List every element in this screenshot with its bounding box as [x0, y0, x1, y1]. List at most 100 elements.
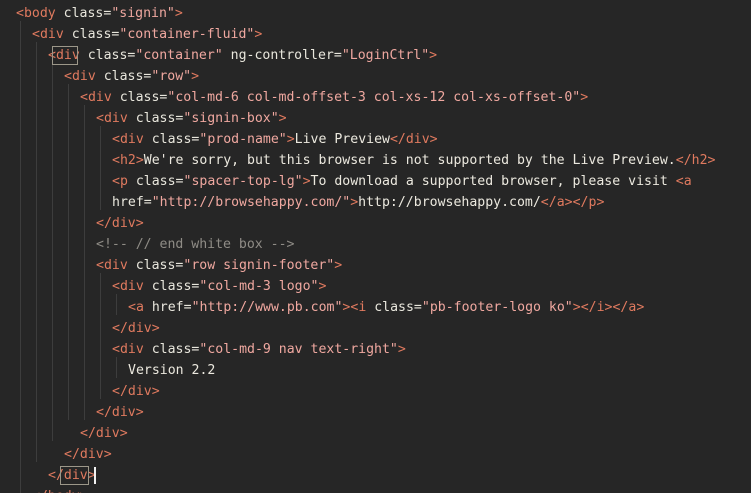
code-token: class [366, 300, 414, 315]
code-line[interactable]: </div> [112, 381, 160, 402]
code-token: > [580, 90, 589, 105]
code-token: = [143, 195, 152, 210]
code-token: p [119, 174, 128, 189]
code-token: < [32, 27, 40, 42]
code-token: = [413, 300, 422, 315]
code-token: "http://www.pb.com" [191, 300, 343, 315]
code-token: <!-- // end white box --> [96, 237, 295, 252]
code-token: div [119, 132, 144, 147]
code-line[interactable]: </div> [80, 423, 128, 444]
code-token: < [112, 174, 120, 189]
code-token: > [286, 132, 295, 147]
code-token: = [183, 300, 192, 315]
code-token: h2 [691, 153, 708, 168]
code-token: < [675, 174, 684, 189]
code-token: < [112, 153, 120, 168]
code-token: > [119, 426, 128, 441]
code-line[interactable]: <!-- // end white box --> [96, 234, 295, 255]
code-token: class [55, 6, 104, 21]
code-line[interactable]: Version 2.2 [128, 360, 215, 381]
code-token: > [302, 174, 311, 189]
code-token: > [564, 195, 573, 210]
code-token: > [278, 111, 287, 126]
code-token: class [111, 90, 160, 105]
code-token: </ [112, 384, 128, 399]
code-token: < [112, 342, 120, 357]
code-token: > [334, 258, 343, 273]
code-token: class [127, 174, 176, 189]
code-token: </ [64, 447, 80, 462]
indent-guide [68, 84, 69, 420]
indent-guide [52, 63, 53, 441]
code-token: < [96, 111, 104, 126]
indent-guide [84, 105, 85, 420]
code-line[interactable]: <a href="http://www.pb.com"><i class="pb… [128, 297, 644, 318]
code-token: > [135, 153, 144, 168]
code-line[interactable]: <body class="signin"> [16, 3, 183, 24]
code-token: </ [580, 300, 597, 315]
indent-guide [20, 21, 21, 493]
code-token: div [405, 132, 430, 147]
code-line[interactable]: </div> [64, 444, 112, 465]
code-token: a [683, 174, 692, 189]
code-token: > [135, 216, 144, 231]
indent-guide [116, 294, 117, 315]
code-token: > [318, 279, 327, 294]
code-token: > [191, 69, 200, 84]
code-line[interactable]: <div class="signin-box"> [96, 108, 287, 129]
code-token: "http://browsehappy.com/" [151, 195, 351, 210]
code-token: div [111, 216, 136, 231]
code-editor[interactable]: <body class="signin"> <div class="contain… [0, 0, 751, 493]
code-token: "container-fluid" [119, 27, 255, 42]
code-token: "row" [151, 69, 192, 84]
code-token: < [64, 69, 72, 84]
code-line[interactable]: <div class="col-md-6 col-md-offset-3 col… [80, 87, 588, 108]
code-line[interactable]: <div class="col-md-9 nav text-right"> [112, 339, 406, 360]
code-token: "signin" [111, 6, 175, 21]
code-token: < [128, 300, 136, 315]
code-line[interactable]: href="http://browsehappy.com/">http://br… [112, 192, 604, 213]
code-token: div [39, 27, 64, 42]
code-token: < [112, 279, 120, 294]
code-token: < [80, 90, 88, 105]
code-token: Version 2.2 [128, 363, 216, 378]
code-token: > [596, 195, 605, 210]
code-line[interactable]: <div class="row"> [64, 66, 199, 87]
code-token: "container" [135, 48, 223, 63]
code-token: </ [32, 489, 48, 493]
code-token: div [111, 405, 136, 420]
code-line[interactable]: <div class="prod-name">Live Preview</div… [112, 129, 438, 150]
code-token: "col-md-3 logo" [199, 279, 319, 294]
code-token: > [151, 384, 160, 399]
code-token: </ [675, 153, 692, 168]
code-token: a [135, 300, 144, 315]
code-token: > [103, 447, 112, 462]
code-token: div [127, 321, 152, 336]
code-line[interactable]: <div class="container" ng-controller="Lo… [48, 45, 437, 66]
code-token: div [87, 90, 112, 105]
code-token: "col-md-6 col-md-offset-3 col-xs-12 col-… [167, 90, 581, 105]
code-line[interactable]: <div class="col-md-3 logo"> [112, 276, 326, 297]
code-token: "prod-name" [199, 132, 287, 147]
code-line[interactable]: </div> [96, 402, 144, 423]
code-line[interactable]: <div class="row signin-footer"> [96, 255, 342, 276]
bracket-match-highlight [60, 466, 89, 485]
code-token: div [119, 342, 144, 357]
text-cursor [94, 467, 96, 484]
code-token: </ [572, 195, 589, 210]
code-token: We're sorry, but this browser is not sup… [143, 153, 676, 168]
code-line[interactable]: <div class="container-fluid"> [32, 24, 262, 45]
code-line[interactable]: </div> [112, 318, 160, 339]
code-token: div [127, 384, 152, 399]
code-line[interactable]: < h2 >We're sorry, but this browser is not… [112, 150, 715, 171]
code-token: class [79, 48, 128, 63]
code-line[interactable]: <p class="spacer-top-lg">To download a s… [112, 171, 692, 192]
code-line[interactable]: </body> [32, 486, 88, 493]
code-line[interactable]: </div> [96, 213, 144, 234]
code-token: </ [389, 132, 406, 147]
code-token: "row signin-footer" [183, 258, 335, 273]
code-token: class [127, 258, 176, 273]
code-token: > [429, 48, 438, 63]
code-token: body [48, 489, 80, 493]
code-token: http://browsehappy.com/ [358, 195, 541, 210]
